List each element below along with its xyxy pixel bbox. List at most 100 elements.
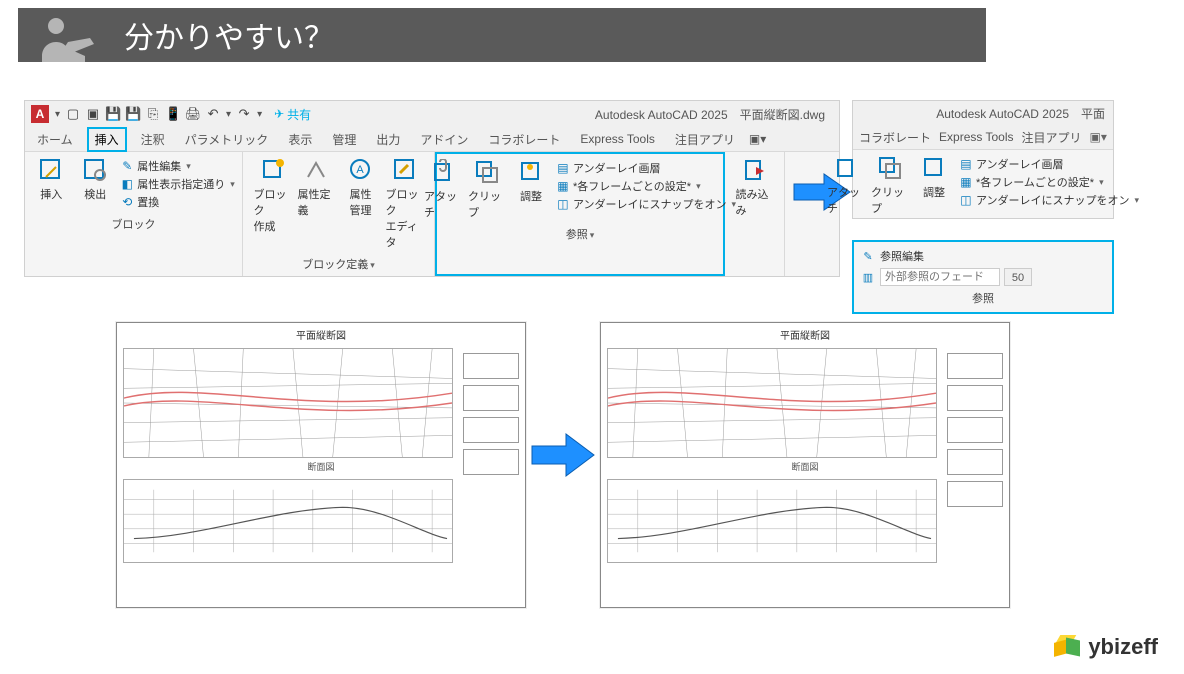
import-icon: [741, 156, 769, 184]
insert-block-button[interactable]: 挿入: [32, 156, 70, 202]
ribbon-panels: 挿入 検出 ✎属性編集 ◧属性表示指定通り ⟲置換 ブロック ブロック 作成 属…: [25, 151, 839, 276]
mobile-icon[interactable]: 📱: [166, 107, 180, 121]
clip-button-r[interactable]: クリップ: [871, 154, 909, 216]
open-icon[interactable]: ▣: [86, 107, 100, 121]
panel-reference-label[interactable]: 参照: [443, 224, 717, 244]
replace-label: 置換: [137, 194, 159, 210]
attr-def-icon: [303, 156, 331, 184]
clip-label-r: クリップ: [871, 184, 909, 216]
detail-thumb: [463, 449, 519, 475]
attr-edit-label: 属性編集: [137, 158, 181, 174]
underlay-layer-button-r[interactable]: ▤アンダーレイ画層: [959, 156, 1139, 172]
clip-label: クリップ: [468, 188, 506, 220]
plan-view: [607, 348, 937, 458]
logo-cube-icon: [1054, 635, 1082, 659]
tab-addins[interactable]: アドイン: [414, 129, 474, 150]
adjust-button[interactable]: 調整: [512, 158, 550, 204]
xref-fade-value[interactable]: 50: [1004, 268, 1032, 286]
tab-featured-apps[interactable]: 注目アプリ: [669, 129, 741, 150]
detail-thumb: [463, 385, 519, 411]
frame-setting-button-r[interactable]: ▦*各フレームごとの設定*: [959, 174, 1139, 190]
detect-button[interactable]: 検出: [76, 156, 114, 202]
ref-edit-label: 参照編集: [880, 248, 924, 264]
drawing-sheet-left: 平面縦断図 断面図: [116, 322, 526, 608]
snap-on-button-r[interactable]: ◫アンダーレイにスナップをオン: [959, 192, 1139, 208]
xref-fade-icon: ▥: [860, 269, 876, 285]
slide-title-banner: 分かりやすい？: [18, 8, 986, 62]
quick-access-toolbar: A ▾ ▢ ▣ 💾 💾 ⎘ 📱 🖨 ↶ ▾ ↷ ▾ ✈共有 Autodesk Aut…: [25, 101, 839, 127]
frame-setting-button[interactable]: ▦*各フレームごとの設定*: [556, 178, 736, 194]
tab-parametric[interactable]: パラメトリック: [179, 129, 275, 150]
tab-expander-icon[interactable]: ▣▾: [749, 132, 766, 146]
tab-collaborate[interactable]: コラボレート: [482, 129, 566, 150]
snap-on-icon: ◫: [556, 197, 570, 211]
document-title: Autodesk AutoCAD 2025 平面縦断図.dwg: [595, 106, 833, 123]
panel-reference-expanded: ✎参照編集 ▥ 50 参照: [852, 240, 1114, 314]
attr-def-button[interactable]: 属性定義: [298, 156, 336, 218]
attr-edit-button[interactable]: ✎属性編集: [120, 158, 235, 174]
new-icon[interactable]: ▢: [66, 107, 80, 121]
tab-home[interactable]: ホーム: [31, 129, 79, 150]
ref-edit-icon: ✎: [860, 248, 876, 264]
attr-display-icon: ◧: [120, 177, 134, 191]
attr-display-button[interactable]: ◧属性表示指定通り: [120, 176, 235, 192]
attach-button[interactable]: アタッチ: [424, 158, 462, 220]
autocad-ribbon-left: A ▾ ▢ ▣ 💾 💾 ⎘ 📱 🖨 ↶ ▾ ↷ ▾ ✈共有 Autodesk Aut…: [24, 100, 840, 277]
replace-button[interactable]: ⟲置換: [120, 194, 235, 210]
undo-dropdown-icon[interactable]: ▾: [226, 109, 231, 120]
adjust-button-r[interactable]: 調整: [915, 154, 953, 200]
underlay-layer-label: アンダーレイ画層: [573, 160, 661, 176]
attr-edit-icon: ✎: [120, 159, 134, 173]
share-button[interactable]: ✈共有: [274, 106, 311, 123]
adjust-label: 調整: [520, 188, 542, 204]
detail-thumbnails: [947, 353, 1003, 507]
tab-featured-apps-r[interactable]: 注目アプリ: [1022, 129, 1082, 146]
app-menu-dropdown-icon[interactable]: ▾: [55, 109, 60, 120]
redo-dropdown-icon[interactable]: ▾: [257, 109, 262, 120]
tab-express-tools-r[interactable]: Express Tools: [939, 130, 1013, 144]
panel-blockdef-label[interactable]: ブロック定義: [249, 254, 428, 274]
xref-fade-input[interactable]: [880, 268, 1000, 286]
drawing-title: 平面縦断図: [117, 323, 525, 346]
svg-text:A: A: [356, 164, 364, 176]
panel-reference-expanded-label: 参照: [860, 288, 1106, 308]
detail-thumb: [947, 417, 1003, 443]
tab-manage[interactable]: 管理: [326, 129, 362, 150]
attach-button-r[interactable]: アタッチ: [827, 154, 865, 216]
save-icon[interactable]: 💾: [106, 107, 120, 121]
detect-icon: [81, 156, 109, 184]
block-editor-button[interactable]: ブロック エディタ: [386, 156, 424, 250]
import-label: 読み込み: [736, 186, 774, 218]
clip-button[interactable]: クリップ: [468, 158, 506, 220]
underlay-layer-icon: ▤: [556, 161, 570, 175]
tab-express-tools[interactable]: Express Tools: [574, 130, 660, 148]
web-icon[interactable]: ⎘: [146, 107, 160, 121]
tab-insert[interactable]: 挿入: [87, 127, 127, 152]
panel-block-definition: ブロック 作成 属性定義 A属性 管理 ブロック エディタ ブロック定義: [243, 152, 435, 276]
underlay-layer-button[interactable]: ▤アンダーレイ画層: [556, 160, 736, 176]
snap-on-button[interactable]: ◫アンダーレイにスナップをオン: [556, 196, 736, 212]
tab-collaborate-r[interactable]: コラボレート: [859, 129, 931, 146]
plot-icon[interactable]: 🖨: [186, 107, 200, 121]
app-icon[interactable]: A: [31, 105, 49, 123]
panel-reference-right: アタッチ クリップ 調整 ▤アンダーレイ画層 ▦*各フレームごとの設定* ◫アン…: [853, 150, 1113, 218]
tab-annotate[interactable]: 注釈: [135, 129, 171, 150]
saveas-icon[interactable]: 💾: [126, 107, 140, 121]
tab-output[interactable]: 出力: [370, 129, 406, 150]
tab-expander-icon-r[interactable]: ▣▾: [1090, 130, 1107, 144]
tab-view[interactable]: 表示: [282, 129, 318, 150]
create-block-button[interactable]: ブロック 作成: [254, 156, 292, 234]
snap-on-label-r: アンダーレイにスナップをオン: [976, 192, 1130, 208]
profile-view: [123, 479, 453, 563]
attr-mgr-button[interactable]: A属性 管理: [342, 156, 380, 218]
redo-icon[interactable]: ↷: [237, 107, 251, 121]
slide-title: 分かりやすい？: [124, 13, 334, 57]
person-at-desk-icon: [18, 8, 108, 62]
ref-edit-row[interactable]: ✎参照編集: [860, 246, 1106, 266]
undo-icon[interactable]: ↶: [206, 107, 220, 121]
frame-setting-label-r: *各フレームごとの設定*: [976, 174, 1094, 190]
import-button[interactable]: 読み込み: [736, 156, 774, 218]
attach-icon: [429, 158, 457, 186]
adjust-icon-r: [920, 154, 948, 182]
clip-icon-r: [876, 154, 904, 182]
